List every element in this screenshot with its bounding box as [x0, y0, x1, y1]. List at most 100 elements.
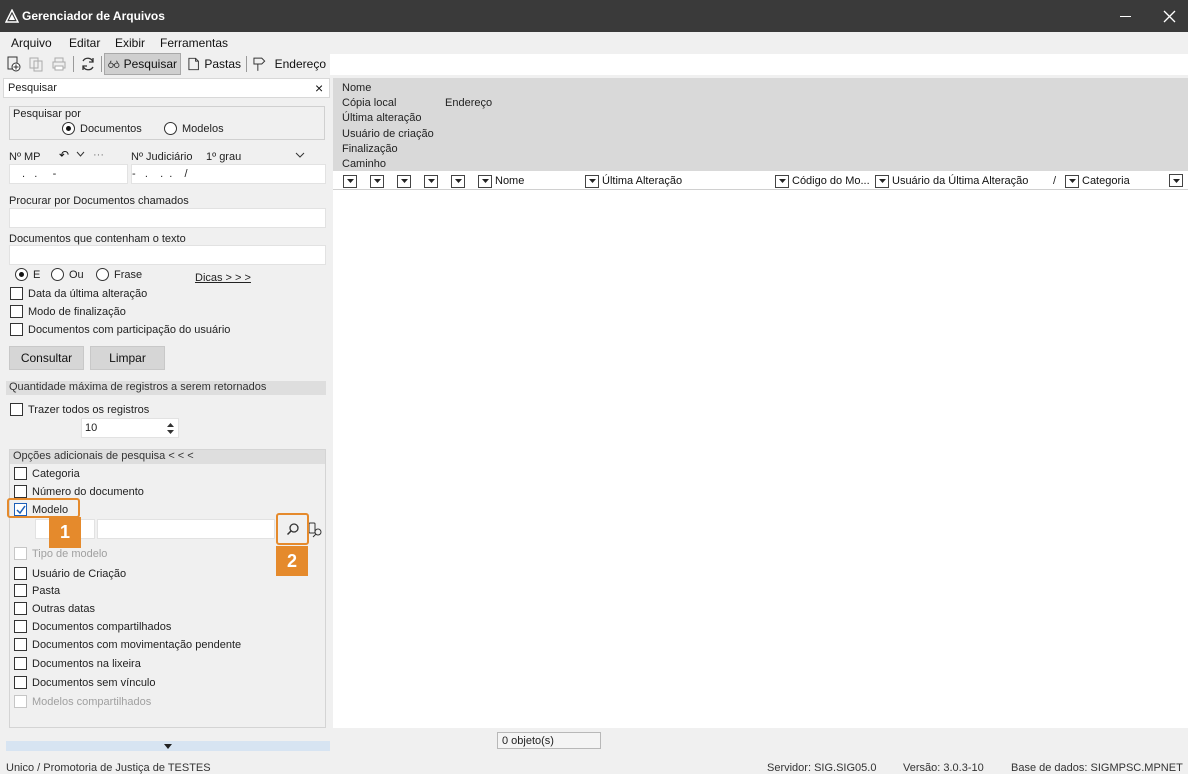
- column-ultima-alteracao[interactable]: Última Alteração: [585, 174, 773, 188]
- panel-scroll-down[interactable]: [6, 741, 330, 751]
- docs-named-label: Procurar por Documentos chamados: [9, 195, 189, 207]
- extra-options-header[interactable]: Opções adicionais de pesquisa < < <: [10, 450, 325, 464]
- column-usuario-ultima-alteracao[interactable]: Usuário da Última Alteração: [875, 174, 1063, 188]
- extra-option-label: Outras datas: [32, 602, 95, 615]
- radio-e[interactable]: E: [15, 268, 40, 281]
- model-name-input[interactable]: [97, 519, 275, 539]
- search-toggle-button[interactable]: Pesquisar: [104, 53, 181, 75]
- checkbox: [14, 485, 27, 498]
- mp-number-input[interactable]: . . -: [9, 164, 128, 184]
- status-bar: Unico / Promotoria de Justiça de TESTES …: [0, 756, 1188, 774]
- checkbox: [14, 657, 27, 670]
- column-filter-1[interactable]: [343, 174, 357, 188]
- chevron-down-icon[interactable]: [76, 151, 85, 157]
- dropdown-arrow-icon: [397, 174, 411, 188]
- radio-frase[interactable]: Frase: [96, 268, 142, 281]
- radio-frase-label: Frase: [114, 268, 143, 281]
- undo-button[interactable]: ↶: [59, 148, 69, 162]
- extra-option-item[interactable]: Documentos sem vínculo: [14, 676, 156, 689]
- column-filter-5[interactable]: [451, 174, 465, 188]
- radio-ou-label: Ou: [69, 268, 84, 281]
- checkbox: [14, 638, 27, 651]
- eraser-search-icon: [308, 522, 322, 538]
- minimize-button[interactable]: [1102, 0, 1148, 32]
- file-list-panel: Nome Cópia local Endereço Última alteraç…: [333, 78, 1188, 754]
- checkbox: [14, 620, 27, 633]
- radio-button: [96, 268, 109, 281]
- column-codigo-modelo[interactable]: Código do Mo...: [775, 174, 873, 188]
- menu-editar[interactable]: Editar: [69, 36, 100, 50]
- dropdown-arrow-icon: [1065, 174, 1079, 188]
- detail-address-label: Endereço: [445, 97, 493, 109]
- tips-link[interactable]: Dicas > > >: [195, 272, 251, 284]
- close-button[interactable]: [1146, 0, 1188, 32]
- menu-exibir[interactable]: Exibir: [115, 36, 145, 50]
- column-nome[interactable]: Nome: [478, 174, 598, 188]
- spinner-arrows-icon[interactable]: [166, 422, 175, 435]
- minimize-icon: [1119, 15, 1131, 17]
- docs-text-label: Documentos que contenham o texto: [9, 233, 186, 245]
- refresh-button[interactable]: [79, 55, 97, 73]
- print-button[interactable]: [50, 55, 68, 73]
- new-document-button[interactable]: [4, 55, 22, 73]
- list-status-bar: 0 objeto(s): [333, 728, 1188, 754]
- column-categoria[interactable]: Categoria: [1065, 174, 1185, 188]
- dropdown-arrow-icon: [1169, 174, 1183, 187]
- highlight-modelo-checkbox: [7, 498, 80, 518]
- judicial-grade-select[interactable]: 1º grau: [206, 151, 241, 163]
- column-filter-4[interactable]: [424, 174, 438, 188]
- extra-option-item[interactable]: Pasta: [14, 584, 60, 597]
- search-panel: Pesquisar × Pesquisar por Documentos Mod…: [3, 78, 330, 754]
- extra-option-item[interactable]: Usuário de Criação: [14, 567, 126, 580]
- checkbox: [14, 584, 27, 597]
- menu-arquivo[interactable]: Arquivo: [11, 36, 52, 50]
- menu-ferramentas[interactable]: Ferramentas: [160, 36, 228, 50]
- address-button[interactable]: Endereço: [249, 53, 329, 75]
- file-list[interactable]: [333, 191, 1188, 728]
- signpost-icon: [253, 57, 266, 71]
- extra-option-item[interactable]: Categoria: [14, 467, 80, 480]
- extra-option-item[interactable]: Documentos na lixeira: [14, 657, 141, 670]
- toolbar-separator: [101, 56, 102, 72]
- extra-option-item[interactable]: Documentos com movimentação pendente: [14, 638, 241, 651]
- search-by-group: Pesquisar por Documentos Modelos: [9, 106, 325, 140]
- column-filter-3[interactable]: [397, 174, 411, 188]
- checkbox: [10, 323, 23, 336]
- check-bring-all[interactable]: Trazer todos os registros: [10, 403, 149, 416]
- app-logo-icon: [4, 8, 20, 23]
- search-by-label: Pesquisar por: [13, 108, 81, 120]
- extra-option-item[interactable]: Documentos compartilhados: [14, 620, 171, 633]
- extra-option-item[interactable]: Outras datas: [14, 602, 95, 615]
- copy-icon: [29, 57, 43, 72]
- check-last-change-date[interactable]: Data da última alteração: [10, 287, 147, 300]
- clear-button[interactable]: Limpar: [90, 346, 165, 370]
- check-user-participation[interactable]: Documentos com participação do usuário: [10, 323, 230, 336]
- extra-option-item[interactable]: Número do documento: [14, 485, 144, 498]
- close-icon: [1163, 10, 1175, 22]
- judicial-number-input[interactable]: - . . . /: [131, 164, 326, 184]
- query-button[interactable]: Consultar: [9, 346, 84, 370]
- column-filter-2[interactable]: [370, 174, 384, 188]
- column-nome-label: Nome: [495, 175, 525, 187]
- docs-named-input[interactable]: [9, 208, 326, 228]
- max-records-spinner[interactable]: 10: [81, 418, 179, 438]
- extra-option-label: Documentos compartilhados: [32, 620, 172, 633]
- more-options-button[interactable]: ···: [93, 149, 104, 161]
- radio-documentos[interactable]: Documentos: [62, 122, 142, 135]
- extra-option-label: Modelos compartilhados: [32, 695, 152, 708]
- column-categoria-filter[interactable]: [1169, 174, 1183, 187]
- extra-option-label: Pasta: [32, 584, 61, 597]
- model-clear-button[interactable]: [307, 522, 323, 541]
- check-finalization-mode[interactable]: Modo de finalização: [10, 305, 126, 318]
- address-bar-input[interactable]: [330, 54, 1188, 75]
- extra-option-label: Documentos sem vínculo: [32, 676, 156, 689]
- checkbox: [10, 287, 23, 300]
- docs-text-input[interactable]: [9, 245, 326, 265]
- chevron-down-icon[interactable]: [295, 152, 305, 158]
- folders-button[interactable]: Pastas: [184, 53, 244, 75]
- radio-ou[interactable]: Ou: [51, 268, 84, 281]
- close-panel-button[interactable]: ×: [315, 80, 323, 96]
- copy-button[interactable]: [27, 55, 45, 73]
- extra-option-label: Documentos na lixeira: [32, 657, 141, 670]
- radio-modelos[interactable]: Modelos: [164, 122, 224, 135]
